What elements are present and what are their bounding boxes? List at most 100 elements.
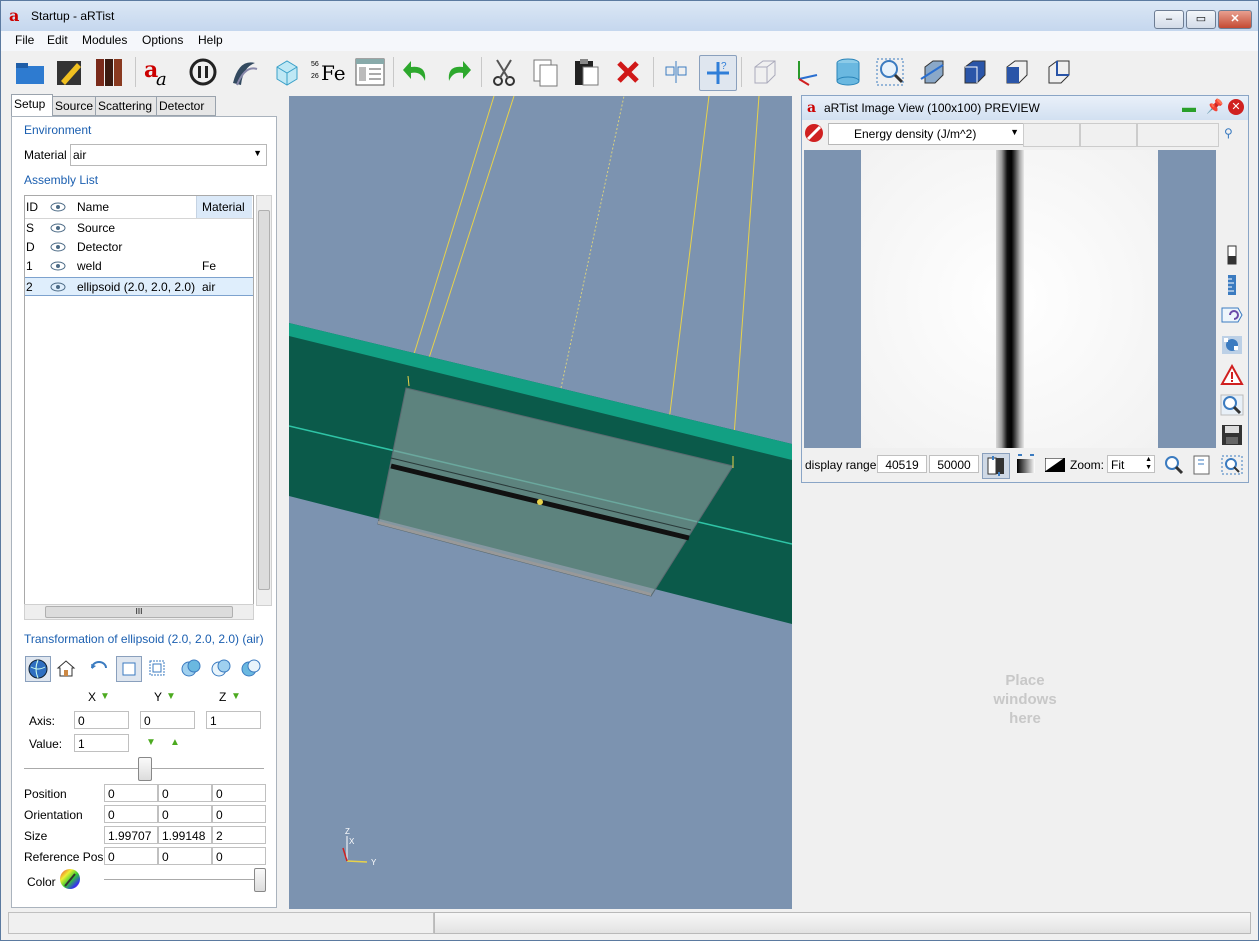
column-material[interactable]: Material [196,196,252,218]
axes-icon[interactable] [789,55,823,89]
fe-element-icon[interactable]: 56 26 Fe [309,55,349,89]
menu-modules[interactable]: Modules [82,33,127,47]
minimize-button[interactable]: – [1154,10,1184,29]
zoom-select[interactable]: Fit ▲ ▼ [1107,455,1155,473]
size-y-input[interactable]: 1.99148 [158,826,212,844]
delete-icon[interactable] [611,55,645,89]
home-icon[interactable] [54,656,78,680]
cylinder-icon[interactable] [831,55,865,89]
value-input[interactable]: 1 [74,734,129,752]
minimize-icon[interactable]: ▬ [1182,99,1196,115]
value-slider-handle[interactable] [138,757,152,781]
eye-icon[interactable] [50,201,66,213]
text-aa-icon[interactable]: aa [141,55,175,89]
tab-detector[interactable]: Detector [156,96,216,116]
chevron-down-icon[interactable]: ▼ [100,691,110,702]
decrease-icon[interactable]: ▼ [146,737,156,748]
table-row[interactable]: 1 weld Fe [25,257,253,276]
chevron-down-icon[interactable]: ▼ [166,691,176,702]
list-view-icon[interactable] [353,55,387,89]
sphere-union-icon[interactable] [179,656,203,680]
orientation-z-input[interactable]: 0 [212,805,266,823]
zoom-fit-icon[interactable] [873,55,907,89]
position-y-input[interactable]: 0 [158,784,212,802]
full-range-icon[interactable] [1014,453,1038,477]
column-name[interactable]: Name [77,200,109,214]
ruler-icon[interactable] [1222,274,1244,296]
noise-icon[interactable] [1220,334,1244,356]
library-books-icon[interactable] [93,55,127,89]
reference-pos-y-input[interactable]: 0 [158,847,212,865]
environment-material-select[interactable]: air ▼ [70,144,267,166]
tab-setup[interactable]: Setup [11,94,53,117]
color-wheel-icon[interactable] [59,868,81,890]
redo-icon[interactable] [441,55,475,89]
reference-pos-x-input[interactable]: 0 [104,847,158,865]
sphere-intersect-icon[interactable] [209,656,233,680]
eye-icon[interactable] [50,281,66,293]
chevron-down-icon[interactable]: ▼ [231,691,241,702]
image-canvas[interactable] [804,150,1216,448]
undo-icon[interactable] [399,55,433,89]
warning-icon[interactable] [1220,363,1244,386]
save-icon[interactable] [1220,424,1244,446]
menu-help[interactable]: Help [198,33,223,47]
eye-icon[interactable] [50,222,66,234]
opacity-slider-track[interactable] [104,879,264,880]
invert-icon[interactable] [1044,457,1067,473]
orientation-x-input[interactable]: 0 [104,805,158,823]
scroll-thumb[interactable] [258,210,270,590]
close-button[interactable]: ✕ [1218,10,1252,29]
menu-options[interactable]: Options [142,33,183,47]
zoom-fit-icon[interactable] [1220,454,1244,476]
size-z-input[interactable]: 2 [212,826,266,844]
sphere-subtract-icon[interactable] [239,656,263,680]
stop-icon[interactable] [803,122,827,146]
range-min-input[interactable]: 40519 [877,455,927,473]
tab-scattering[interactable]: Scattering [95,96,157,116]
axis-y-input[interactable]: 0 [140,711,195,729]
column-id[interactable]: ID [26,200,38,214]
scroll-thumb[interactable]: III [45,606,233,618]
zoom-spinner-icon[interactable]: ▲ ▼ [1145,456,1152,472]
range-max-input[interactable]: 50000 [929,455,979,473]
assembly-vertical-scrollbar[interactable] [256,195,272,606]
auto-range-icon[interactable] [982,453,1010,479]
copy-icon[interactable] [528,55,562,89]
size-x-input[interactable]: 1.99707 [104,826,158,844]
position-z-input[interactable]: 0 [212,784,266,802]
paste-icon[interactable] [569,55,603,89]
move-help-icon[interactable]: ? [699,55,737,91]
scale-icon[interactable] [145,656,169,680]
view-side-icon[interactable] [957,55,991,89]
brightness-bar-icon[interactable] [1222,244,1244,266]
quantity-select[interactable]: Energy density (J/m^2) ▼ [828,123,1024,145]
scan-icon[interactable] [186,55,220,89]
menu-edit[interactable]: Edit [47,33,68,47]
spiral-icon[interactable] [227,55,261,89]
3d-viewport[interactable]: Z X Y [289,96,792,909]
pin-icon[interactable]: ⚲ [1224,126,1233,140]
axis-x-input[interactable]: 0 [74,711,129,729]
view-iso-icon[interactable] [1041,55,1075,89]
rotate-icon[interactable] [87,656,111,680]
open-folder-icon[interactable] [13,55,47,89]
view-top-icon[interactable] [999,55,1033,89]
zoom-one-icon[interactable] [1162,454,1186,476]
maximize-button[interactable]: ▭ [1186,10,1216,29]
orientation-y-input[interactable]: 0 [158,805,212,823]
pin-icon[interactable]: 📌 [1206,98,1223,115]
menu-file[interactable]: File [15,33,34,47]
cube-wire-icon[interactable] [269,55,303,89]
increase-icon[interactable]: ▲ [170,737,180,748]
box-view-icon[interactable] [747,55,781,89]
reference-pos-z-input[interactable]: 0 [212,847,266,865]
table-row[interactable]: D Detector [25,238,253,257]
eye-icon[interactable] [50,260,66,272]
table-row-selected[interactable]: 2 ellipsoid (2.0, 2.0, 2.0) air [25,277,253,296]
axis-z-input[interactable]: 1 [206,711,261,729]
page-fit-icon[interactable] [1190,454,1214,476]
cut-icon[interactable] [487,55,521,89]
magnifier-icon[interactable] [1220,394,1244,416]
assembly-horizontal-scrollbar[interactable]: III [24,604,254,620]
